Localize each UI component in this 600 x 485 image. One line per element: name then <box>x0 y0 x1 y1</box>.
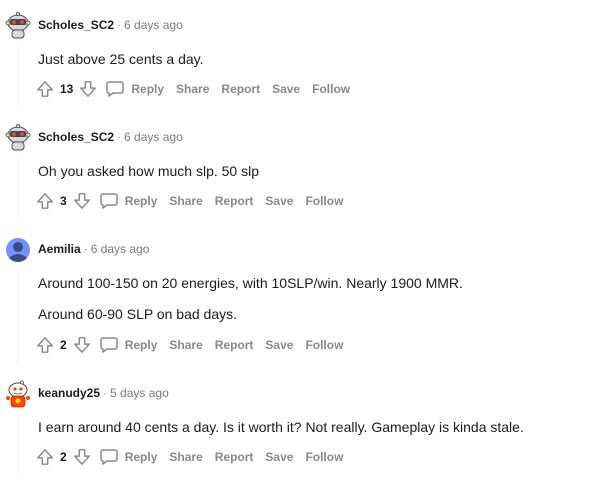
comment-body: Around 60-90 SLP on bad days. <box>38 306 238 322</box>
comment-bubble-icon[interactable] <box>99 335 119 355</box>
upvote-icon[interactable] <box>36 80 54 98</box>
share-button[interactable]: Share <box>169 194 202 208</box>
author-name[interactable]: Scholes_SC2 <box>38 130 114 144</box>
vote-score: 13 <box>60 82 74 96</box>
follow-button[interactable]: Follow <box>305 450 343 464</box>
comment-body: I earn around 40 cents a day. Is it wort… <box>38 419 524 435</box>
comment-time[interactable]: 5 days ago <box>110 386 169 400</box>
author-name[interactable]: keanudy25 <box>38 386 100 400</box>
share-button[interactable]: Share <box>169 338 202 352</box>
save-button[interactable]: Save <box>265 338 293 352</box>
comment-body: Oh you asked how much slp. 50 slp <box>38 163 260 179</box>
author-name[interactable]: Scholes_SC2 <box>38 18 114 32</box>
downvote-icon[interactable] <box>73 448 91 466</box>
follow-button[interactable]: Follow <box>312 82 350 96</box>
report-button[interactable]: Report <box>215 338 254 352</box>
reply-button[interactable]: Reply <box>131 82 164 96</box>
avatar[interactable] <box>4 236 32 264</box>
comment: Scholes_SC2 · 6 days ago Oh you asked how … <box>0 123 600 219</box>
snoo-robot-avatar-icon <box>5 11 31 39</box>
author-name[interactable]: Aemilia <box>38 242 81 256</box>
share-button[interactable]: Share <box>169 450 202 464</box>
thread-line[interactable] <box>17 270 18 365</box>
report-button[interactable]: Report <box>215 194 254 208</box>
comment-time[interactable]: 6 days ago <box>124 130 183 144</box>
reply-button[interactable]: Reply <box>125 450 158 464</box>
downvote-icon[interactable] <box>73 192 91 210</box>
share-button[interactable]: Share <box>176 82 209 96</box>
comment-body: Around 100-150 on 20 energies, with 10SL… <box>38 275 463 291</box>
upvote-icon[interactable] <box>36 448 54 466</box>
default-user-avatar-icon <box>6 238 30 262</box>
comment-time[interactable]: 6 days ago <box>91 242 150 256</box>
avatar[interactable] <box>4 11 32 40</box>
avatar[interactable] <box>4 380 32 408</box>
thread-line[interactable] <box>17 158 18 218</box>
thread-line[interactable] <box>17 414 18 474</box>
comment-actions: 2 Reply Share Report Save Follow <box>36 335 343 355</box>
vote-score: 2 <box>60 338 67 352</box>
comment-actions: 2 Reply Share Report Save Follow <box>36 447 343 467</box>
comment: keanudy25 · 5 days ago I earn around 40 ce… <box>0 380 600 480</box>
downvote-icon[interactable] <box>73 336 91 354</box>
upvote-icon[interactable] <box>36 192 54 210</box>
avatar[interactable] <box>4 123 32 152</box>
comment-bubble-icon[interactable] <box>99 447 119 467</box>
downvote-icon[interactable] <box>79 80 97 98</box>
comment-bubble-icon[interactable] <box>105 79 125 99</box>
vote-score: 3 <box>60 194 67 208</box>
separator: · <box>83 242 88 256</box>
comment-body: Just above 25 cents a day. <box>38 51 204 67</box>
follow-button[interactable]: Follow <box>305 194 343 208</box>
comment-meta: Scholes_SC2 · 6 days ago <box>38 18 183 32</box>
report-button[interactable]: Report <box>215 450 254 464</box>
snoo-red-avatar-icon <box>6 380 30 408</box>
comment-meta: keanudy25 · 5 days ago <box>38 386 169 400</box>
comment-meta: Scholes_SC2 · 6 days ago <box>38 130 183 144</box>
comment-actions: 3 Reply Share Report Save Follow <box>36 191 343 211</box>
save-button[interactable]: Save <box>265 194 293 208</box>
save-button[interactable]: Save <box>272 82 300 96</box>
vote-score: 2 <box>60 450 67 464</box>
comment-meta: Aemilia · 6 days ago <box>38 242 149 256</box>
save-button[interactable]: Save <box>265 450 293 464</box>
report-button[interactable]: Report <box>221 82 260 96</box>
comment: Scholes_SC2 · 6 days ago Just above 25 cen… <box>0 11 600 107</box>
comment: Aemilia · 6 days ago Around 100-150 on 20 … <box>0 236 600 366</box>
separator: · <box>117 130 122 144</box>
comment-bubble-icon[interactable] <box>99 191 119 211</box>
reply-button[interactable]: Reply <box>125 338 158 352</box>
separator: · <box>117 18 122 32</box>
snoo-robot-avatar-icon <box>5 123 31 151</box>
follow-button[interactable]: Follow <box>305 338 343 352</box>
comment-time[interactable]: 6 days ago <box>124 18 183 32</box>
upvote-icon[interactable] <box>36 336 54 354</box>
comment-actions: 13 Reply Share Report Save Follow <box>36 79 350 99</box>
reply-button[interactable]: Reply <box>125 194 158 208</box>
separator: · <box>103 386 108 400</box>
thread-line[interactable] <box>17 46 18 106</box>
